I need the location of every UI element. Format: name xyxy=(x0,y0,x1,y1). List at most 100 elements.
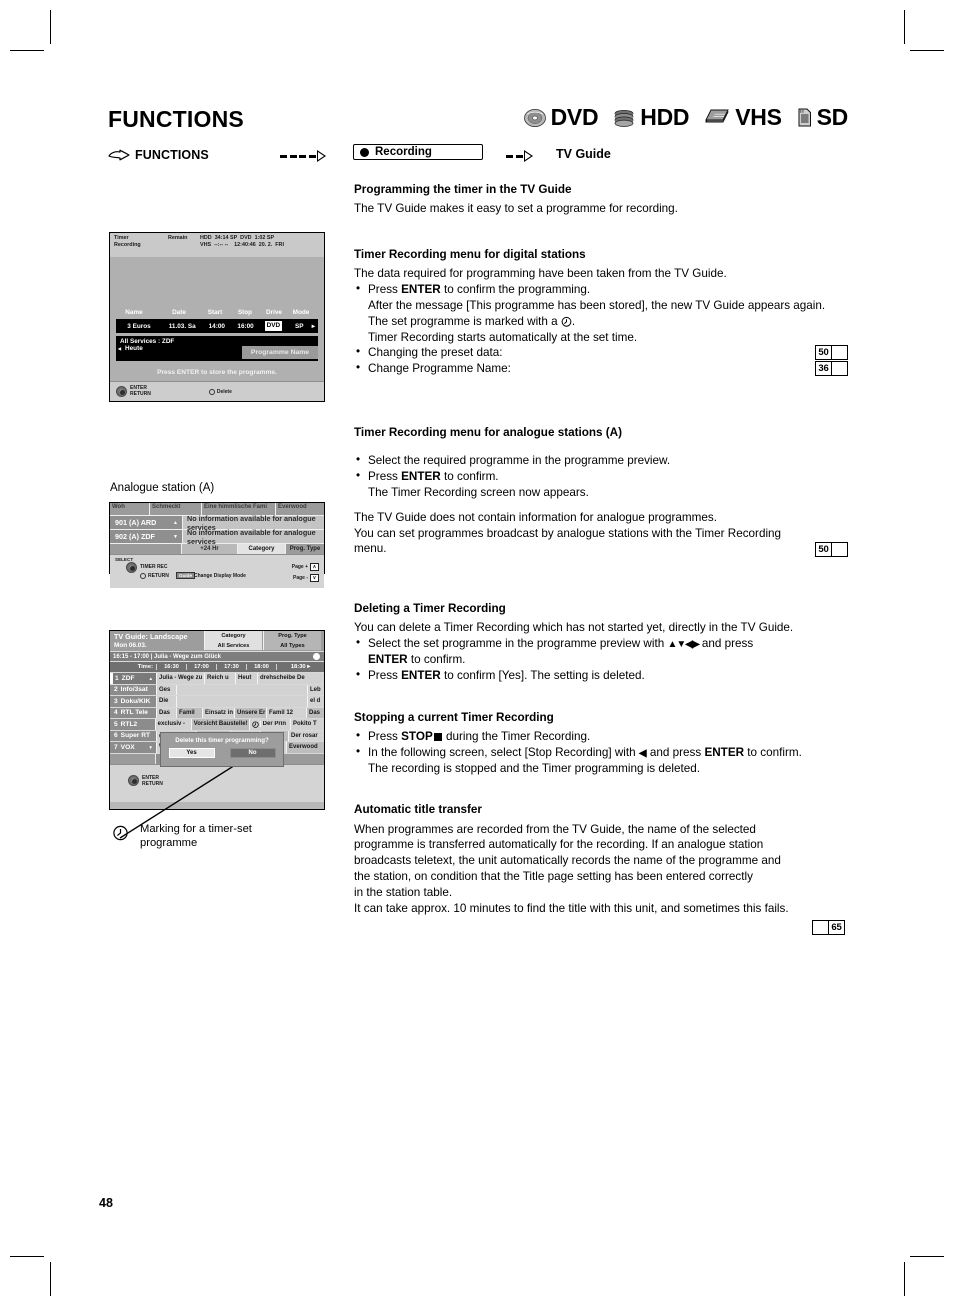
bullet-dot-icon xyxy=(360,147,369,157)
badge-dvd: DVD xyxy=(523,104,599,131)
osd-body: Name Date Start Stop Drive Mode 3 Euros … xyxy=(110,257,324,401)
table-row[interactable]: 2 Info/3sat Ges Leb xyxy=(110,683,324,695)
list-item: Press ENTER to confirm [Yes]. The settin… xyxy=(354,667,848,684)
filter-progtype[interactable]: Prog. Type xyxy=(286,544,324,554)
programme-name-button[interactable]: Programme Name xyxy=(242,346,318,359)
filter-progtype[interactable]: Prog. Type All Types xyxy=(263,631,321,650)
guide-header: TV Guide: Landscape Mon 06.03. Mon 06.03… xyxy=(110,631,324,651)
dpad-icon xyxy=(116,386,127,397)
table-row[interactable]: 3 Euros 11.03. Sa 14:00 16:00 DVD SP ▸ xyxy=(116,319,318,333)
media-badges: DVD HDD VHS SD xyxy=(523,104,848,131)
text-deleting-lead: You can delete a Timer Recording which h… xyxy=(354,621,794,635)
flow-arrow-2 xyxy=(506,150,533,162)
badge-hdd: HDD xyxy=(613,104,690,131)
return-key-icon xyxy=(140,573,146,579)
crop-mark xyxy=(910,1256,944,1257)
page-reference-50[interactable]: 50 xyxy=(815,345,848,361)
return-label: RETURN xyxy=(140,573,169,579)
nav-functions[interactable]: FUNCTIONS xyxy=(108,148,209,162)
page-down-control[interactable]: Page - ∨ xyxy=(293,574,319,582)
channel-label: 4 RTL Tele xyxy=(110,707,156,718)
dpad-icon xyxy=(126,562,137,573)
list-item: Select the required programme in the pro… xyxy=(354,452,848,469)
clock-marking-icon xyxy=(251,721,259,728)
left-arrow-glyph: ◀ xyxy=(638,747,647,759)
badge-label: HDD xyxy=(640,104,690,130)
flow-arrow-1 xyxy=(280,150,326,162)
channel-label: 3 Doku/KIK xyxy=(110,696,156,707)
list-item: Changing the preset data: 50 xyxy=(354,344,848,361)
list-item: Press ENTER to confirm the programming. … xyxy=(354,281,848,345)
menu-item-label: Recording xyxy=(375,146,432,158)
programme-cells: Die el d xyxy=(156,696,324,707)
table-row[interactable]: 5 RTL2 exclusiv - Vorsicht Baustelle! Der… xyxy=(110,718,324,730)
list-item: Press ENTER to confirm. The Timer Record… xyxy=(354,468,848,501)
nav-functions-label: FUNCTIONS xyxy=(135,148,209,162)
badge-label: VHS xyxy=(735,104,782,130)
filter-category[interactable]: Category All Services xyxy=(204,631,262,650)
sub-text: The recording is stopped and the Timer p… xyxy=(368,761,700,775)
list-stopping: Press STOP during the Timer Recording. I… xyxy=(354,728,848,777)
table-row[interactable]: 4 RTL Tele Das Famil Einsatz in Unsere Er… xyxy=(110,706,324,718)
heading-digital-stations: Timer Recording menu for digital station… xyxy=(354,247,586,261)
badge-sd: SD xyxy=(797,104,848,131)
dialog-no-button[interactable]: No xyxy=(229,748,276,758)
text-digital-lead: The data required for programming have b… xyxy=(354,267,727,281)
page-reference-50b[interactable]: 50 xyxy=(815,542,848,558)
osd-footer-bar: ENTER RETURN Delete xyxy=(110,381,324,401)
badge-vhs: VHS xyxy=(704,104,782,131)
menu-item-recording[interactable]: Recording xyxy=(353,144,483,160)
list-item: Change Programme Name: 36 xyxy=(354,360,848,377)
table-row[interactable]: 902 (A) ZDF ▼ No information available fo… xyxy=(110,528,324,546)
dialog-question: Delete this timer programming? xyxy=(175,737,269,744)
table-row[interactable]: 1 ZDF ▲ Julia - Wege zu Reich u Heut drehs… xyxy=(110,672,324,684)
page-reference-36[interactable]: 36 xyxy=(815,361,848,377)
list-item: Press STOP during the Timer Recording. xyxy=(354,728,848,745)
crop-mark xyxy=(50,1262,51,1296)
osd-footer-bar: ENTER RETURN xyxy=(110,763,324,802)
sub-text: Timer Recording starts automatically at … xyxy=(368,330,638,344)
programme-cells: exclusiv - Vorsicht Baustelle! Der Prin … xyxy=(154,719,324,730)
page-reference-65[interactable]: 65 xyxy=(812,920,845,935)
channel-label: 2 Info/3sat xyxy=(110,684,156,695)
screenshot-timer-recording: Timer Recording Remain HDD 34:14 SP DVD … xyxy=(109,232,325,402)
nav-destination-label: TV Guide xyxy=(556,147,611,161)
table-row[interactable]: 3 Doku/KIK Die el d xyxy=(110,695,324,707)
heading-automatic-title-transfer: Automatic title transfer xyxy=(354,803,482,817)
list-analogue: Select the required programme in the pro… xyxy=(354,452,848,501)
badge-label: DVD xyxy=(550,104,599,130)
dvd-disc-icon xyxy=(523,108,546,127)
filter-24hr[interactable]: +24 Hr xyxy=(182,544,238,554)
guide-key-icon: Guide xyxy=(176,572,196,579)
clock-icon xyxy=(561,316,572,327)
osd-status-bar: Timer Recording Remain HDD 34:14 SP DVD … xyxy=(110,233,324,257)
page-down-key-icon: ∨ xyxy=(310,574,319,582)
caption-marking: Marking for a timer-set programme xyxy=(140,823,252,850)
chevron-down-icon: ▼ xyxy=(173,533,178,540)
text-autotitle-2: It can take approx. 10 minutes to find t… xyxy=(354,901,789,915)
page-up-control[interactable]: Page + ∧ xyxy=(292,563,319,571)
heading-deleting-timer: Deleting a Timer Recording xyxy=(354,602,506,616)
dialog-yes-button[interactable]: Yes xyxy=(168,748,215,758)
osd-hint: Press ENTER to store the programme. xyxy=(157,369,277,376)
arrow-keys-glyph: ▲▼◀▶ xyxy=(667,639,699,651)
crop-mark xyxy=(10,50,44,51)
drive-selector[interactable]: DVD xyxy=(260,320,287,332)
crop-mark xyxy=(910,50,944,51)
chevron-up-icon: ▲ xyxy=(173,519,178,526)
channel-label: 5 RTL2 xyxy=(110,719,155,730)
heading-stopping-timer: Stopping a current Timer Recording xyxy=(354,710,554,724)
manual-page: FUNCTIONS DVD HDD VHS SD FUNCTIONS Recor… xyxy=(0,0,954,1306)
guide-filter-bar: +24 Hr Category Prog. Type xyxy=(110,543,324,554)
timer-marked-cell[interactable]: Der Prin xyxy=(248,719,290,730)
filter-category[interactable]: Category xyxy=(238,544,286,554)
osd-footer-bar: SELECT TIMER REC RETURN Guide Change Dis… xyxy=(110,554,324,588)
text-analogue-2: You can set programmes broadcast by anal… xyxy=(354,526,782,556)
osd-capacity: HDD 34:14 SP DVD 1:02 SP VHS --:-- -- 12… xyxy=(200,235,284,248)
list-item: Select the set programme in the programm… xyxy=(354,635,848,668)
row-more-arrow-icon[interactable]: ▸ xyxy=(312,322,318,330)
delete-key-icon xyxy=(208,388,215,395)
chevron-up-icon: ▲ xyxy=(148,675,153,681)
badge-label: SD xyxy=(816,104,849,130)
osd-remain-label: Remain xyxy=(168,235,188,241)
